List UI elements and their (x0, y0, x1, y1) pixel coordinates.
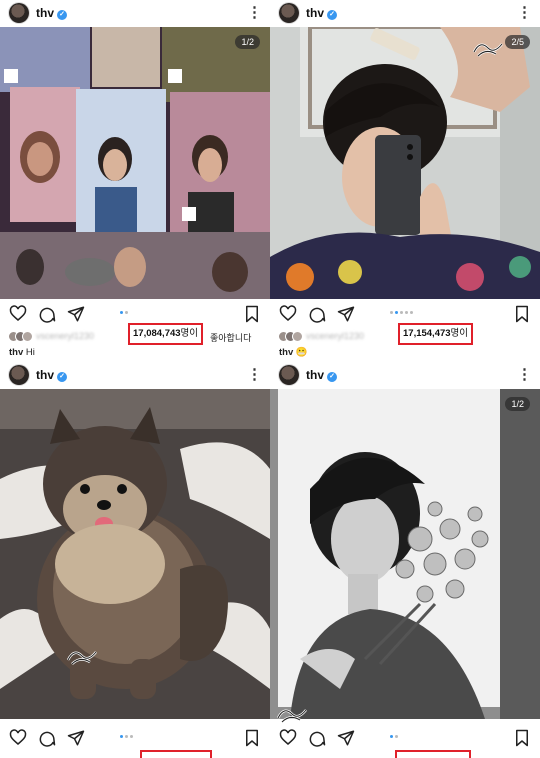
liker-avatars (8, 331, 33, 342)
action-bar (270, 726, 540, 750)
verified-badge-icon: ✓ (327, 10, 337, 20)
post-photo[interactable]: 2/5 (270, 27, 540, 299)
bookmark-icon[interactable] (513, 305, 531, 323)
verified-badge-icon: ✓ (57, 372, 67, 382)
avatar[interactable] (279, 365, 299, 385)
carousel-dots (390, 735, 420, 741)
watermark-logo (66, 651, 97, 665)
caption: thv 😬 (279, 347, 308, 358)
caption-username[interactable]: thv (279, 347, 293, 358)
post-4: thv ✓ ⋮ 1/2 (270, 362, 540, 755)
heart-icon[interactable] (9, 729, 27, 747)
bookmark-icon[interactable] (243, 729, 261, 747)
mirror-selfie-image (270, 27, 540, 299)
liker-username[interactable]: vsceneryl1230 (36, 331, 94, 341)
post-3: thv ✓ ⋮ (0, 362, 270, 755)
caption-username[interactable]: thv (9, 347, 23, 358)
comment-icon[interactable] (308, 729, 326, 747)
username-text[interactable]: thv (306, 6, 324, 20)
share-icon[interactable] (67, 305, 85, 323)
heart-icon[interactable] (279, 729, 297, 747)
username[interactable]: thv ✓ (36, 368, 67, 382)
post-1: thv ✓ ⋮ 1/2 vsceneryl1230 17,084,743명이 좋… (0, 0, 270, 362)
heart-icon[interactable] (279, 305, 297, 323)
share-icon[interactable] (337, 729, 355, 747)
caption-text: Hi (25, 347, 35, 358)
comment-icon[interactable] (38, 729, 56, 747)
bookmark-icon[interactable] (243, 305, 261, 323)
photo-booth-strips-image (0, 27, 270, 299)
caption-text: 😬 (295, 347, 308, 358)
like-count-highlight[interactable]: 17,154,473명이 (398, 323, 474, 345)
post-photo[interactable]: 1/2 (270, 389, 540, 719)
like-count-suffix: 명이 (450, 328, 469, 339)
like-count: 17,154,473 (403, 328, 451, 339)
verified-badge-icon: ✓ (327, 372, 337, 382)
post-photo[interactable] (0, 389, 270, 719)
more-options-icon[interactable]: ⋮ (517, 3, 532, 21)
username-text[interactable]: thv (36, 6, 54, 20)
like-count-highlight-partial (140, 750, 212, 758)
watermark-logo (276, 709, 307, 723)
liked-text: 좋아합니다 (210, 333, 252, 343)
username-text[interactable]: thv (36, 368, 54, 382)
verified-badge-icon: ✓ (57, 10, 67, 20)
likes-row: vsceneryl1230 17,084,743명이 좋아합니다 (0, 323, 270, 345)
username[interactable]: thv ✓ (306, 6, 337, 20)
avatar[interactable] (9, 3, 29, 23)
more-options-icon[interactable]: ⋮ (247, 3, 262, 21)
watermark-logo (472, 43, 503, 57)
action-bar (0, 726, 270, 750)
carousel-dots (120, 311, 150, 317)
username[interactable]: thv ✓ (306, 368, 337, 382)
heart-icon[interactable] (9, 305, 27, 323)
comment-icon[interactable] (38, 305, 56, 323)
caption: thv Hi (9, 347, 35, 358)
like-count: 17,084,743 (133, 328, 181, 339)
avatar[interactable] (279, 3, 299, 23)
post-header: thv ✓ ⋮ (270, 0, 540, 27)
post-header: thv ✓ ⋮ (0, 0, 270, 27)
like-count-highlight-partial (395, 750, 471, 758)
like-count-suffix: 명이 (180, 328, 199, 339)
carousel-counter: 1/2 (505, 397, 530, 411)
username[interactable]: thv ✓ (36, 6, 67, 20)
share-icon[interactable] (337, 305, 355, 323)
post-photo[interactable]: 1/2 (0, 27, 270, 299)
pomeranian-dog-image (0, 389, 270, 719)
bookmark-icon[interactable] (513, 729, 531, 747)
like-count-highlight[interactable]: 17,084,743명이 (128, 323, 204, 345)
carousel-counter: 1/2 (235, 35, 260, 49)
likes-row: vsceneryl1230 17,154,473명이 (270, 323, 540, 345)
flowers-portrait-image (270, 389, 540, 719)
liker-username[interactable]: vsceneryl1230 (306, 331, 364, 341)
share-icon[interactable] (67, 729, 85, 747)
liker-avatars (278, 331, 303, 342)
post-header: thv ✓ ⋮ (0, 362, 270, 389)
post-header: thv ✓ ⋮ (270, 362, 540, 389)
more-options-icon[interactable]: ⋮ (517, 365, 532, 383)
carousel-dots (120, 735, 150, 741)
comment-icon[interactable] (308, 305, 326, 323)
carousel-counter: 2/5 (505, 35, 530, 49)
more-options-icon[interactable]: ⋮ (247, 365, 262, 383)
avatar[interactable] (9, 365, 29, 385)
username-text[interactable]: thv (306, 368, 324, 382)
carousel-dots (390, 311, 420, 317)
